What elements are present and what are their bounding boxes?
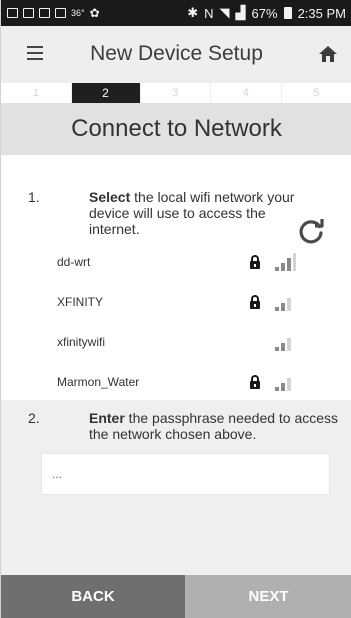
next-button[interactable]: NEXT — [185, 575, 351, 618]
network-item[interactable]: Marmon_Water — [1, 367, 351, 397]
status-right: ✱ N ◥ ▟ 67% 2:35 PM — [187, 5, 346, 21]
step-1-number: 1. — [28, 189, 40, 205]
mail-notification-icon — [55, 8, 66, 18]
network-name: Marmon_Water — [57, 375, 140, 389]
step-2-text: the passphrase needed to access the netw… — [89, 410, 339, 442]
lock-icon — [250, 375, 260, 389]
network-item[interactable]: XFINITY — [1, 287, 351, 317]
nfc-icon: N — [204, 5, 214, 21]
step-2-block: 2. Enter the passphrase needed to access… — [1, 400, 351, 575]
battery-percent: 67% — [251, 5, 278, 21]
home-icon[interactable] — [318, 44, 338, 64]
status-left: 36° ✿ — [7, 6, 100, 20]
wifi-signal-icon — [275, 298, 291, 311]
clock-time: 2:35 PM — [297, 5, 346, 21]
lock-icon — [250, 255, 260, 269]
app-header: New Device Setup — [1, 26, 351, 83]
network-list: dd-wrt XFINITY xfinitywifi Marmon_Water — [1, 247, 351, 397]
back-button[interactable]: BACK — [1, 575, 185, 618]
battery-icon — [283, 7, 292, 19]
app-screen: 36° ✿ ✱ N ◥ ▟ 67% 2:35 PM New Device Set… — [0, 0, 351, 618]
signal-strength-icon: ▟ — [235, 5, 246, 20]
weather-icon: ✿ — [89, 6, 100, 20]
step-2-instruction: Enter the passphrase needed to access th… — [89, 410, 339, 442]
page-title: New Device Setup — [90, 42, 263, 65]
step-2-bold: Enter — [89, 410, 125, 426]
network-name: dd-wrt — [57, 255, 91, 269]
status-bar: 36° ✿ ✱ N ◥ ▟ 67% 2:35 PM — [1, 0, 351, 26]
footer-buttons: BACK NEXT — [1, 575, 351, 618]
refresh-icon[interactable] — [297, 217, 325, 245]
step-5: 5 — [282, 83, 351, 103]
step-2-active: 2 — [71, 83, 141, 103]
content-panel: 1. Select the local wifi network your de… — [1, 155, 351, 575]
wifi-icon: ◥ — [219, 5, 230, 20]
step-1-instruction: Select the local wifi network your devic… — [89, 189, 309, 237]
step-2-number: 2. — [28, 410, 40, 426]
network-name: xfinitywifi — [57, 335, 106, 349]
temperature-text: 36° — [71, 8, 85, 18]
network-item[interactable]: xfinitywifi — [1, 327, 351, 357]
step-indicator: 1 2 3 4 5 — [1, 83, 351, 103]
network-name: XFINITY — [57, 295, 104, 309]
step-4: 4 — [211, 83, 282, 103]
gallery-notification-icon — [7, 8, 18, 18]
step-1: 1 — [1, 83, 72, 103]
wifi-signal-icon — [275, 378, 291, 391]
bluetooth-icon: ✱ — [187, 5, 199, 20]
wifi-signal-icon — [275, 338, 291, 351]
image-notification-icon — [23, 8, 34, 18]
passphrase-input[interactable]: ... — [41, 453, 330, 495]
section-title: Connect to Network — [1, 103, 351, 155]
network-item[interactable]: dd-wrt — [1, 247, 351, 277]
shield-notification-icon — [39, 8, 50, 18]
wifi-signal-icon — [275, 253, 296, 271]
step-3: 3 — [141, 83, 211, 103]
step-1-bold: Select — [89, 189, 131, 205]
lock-icon — [250, 295, 260, 309]
